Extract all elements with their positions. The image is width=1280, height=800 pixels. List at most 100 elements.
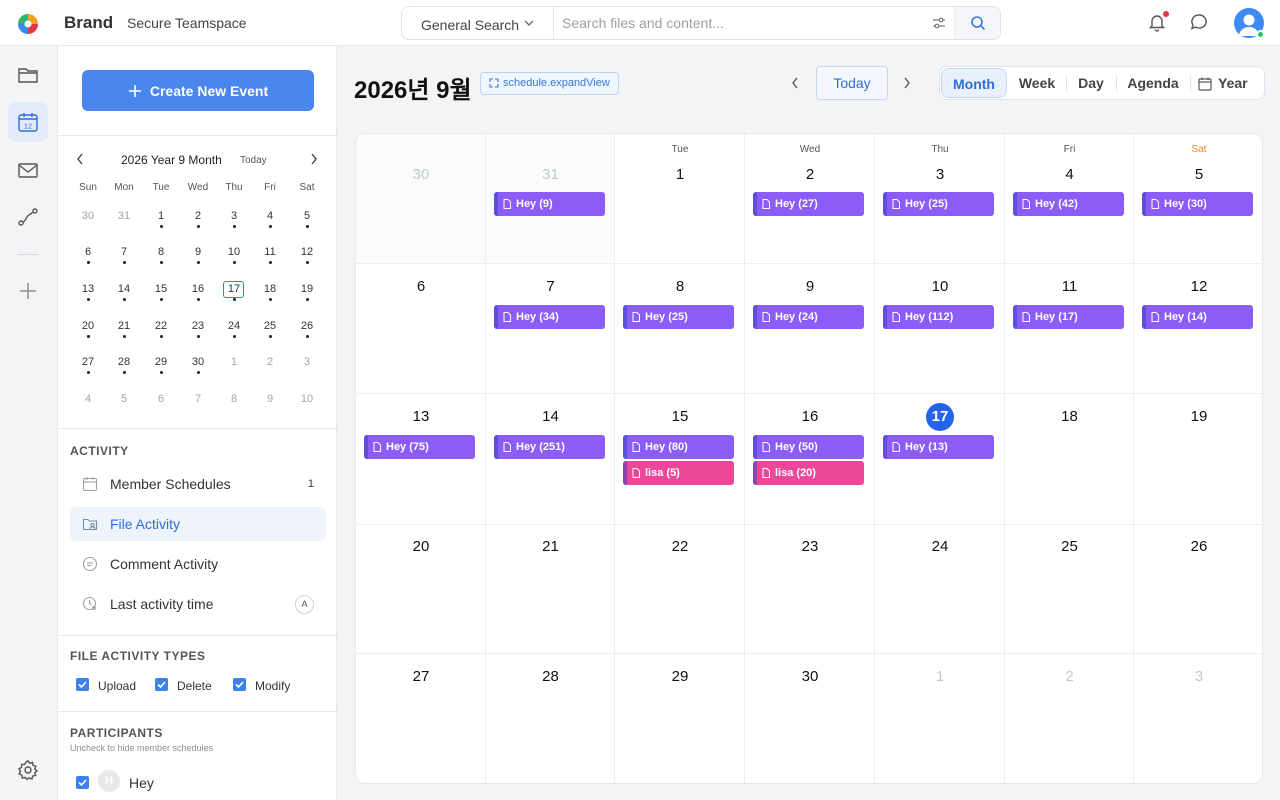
day-cell[interactable]: 12 Hey (14) — [1134, 264, 1262, 394]
next-month-chevron-icon[interactable] — [902, 76, 912, 90]
mini-day[interactable]: 9 — [252, 393, 288, 405]
mini-day[interactable]: 9 — [180, 246, 216, 258]
upload-checkbox[interactable] — [76, 678, 89, 691]
mini-day[interactable]: 10 — [216, 246, 252, 258]
day-cell[interactable]: 2 Hey (27) — [745, 134, 875, 264]
modify-checkbox[interactable] — [233, 678, 246, 691]
mini-day[interactable]: 26 — [289, 320, 325, 332]
activity-last-activity-time[interactable]: Last activity time A — [70, 587, 326, 621]
activity-member-schedules[interactable]: Member Schedules 1 — [70, 467, 326, 501]
mini-day[interactable]: 3 — [216, 210, 252, 222]
calendar-event-hey[interactable]: Hey (17) — [1013, 305, 1124, 329]
mini-day[interactable]: 29 — [143, 356, 179, 368]
day-cell[interactable]: 3 Hey (25) — [875, 134, 1005, 264]
delete-checkbox[interactable] — [155, 678, 168, 691]
mini-day[interactable]: 27 — [70, 356, 106, 368]
calendar-event-lisa[interactable]: lisa (5) — [623, 461, 734, 485]
mini-day[interactable]: 28 — [106, 356, 142, 368]
settings-gear-icon[interactable] — [17, 759, 39, 781]
search-scope-dropdown[interactable]: General Search — [402, 7, 554, 39]
chevron-right-icon[interactable] — [310, 153, 318, 165]
mini-day[interactable]: 20 — [70, 320, 106, 332]
folder-icon[interactable] — [17, 64, 39, 86]
mini-day[interactable]: 5 — [106, 393, 142, 405]
calendar-event-hey[interactable]: Hey (50) — [753, 435, 864, 459]
mini-day[interactable]: 2 — [252, 356, 288, 368]
mini-day[interactable]: 5 — [289, 210, 325, 222]
calendar-event-hey[interactable]: Hey (9) — [494, 192, 605, 216]
mini-day[interactable]: 21 — [106, 320, 142, 332]
mini-day[interactable]: 30 — [180, 356, 216, 368]
day-cell[interactable]: 30 — [356, 134, 486, 264]
day-cell[interactable]: 3 — [1134, 654, 1262, 783]
mini-day[interactable]: 12 — [289, 246, 325, 258]
mini-day[interactable]: 31 — [106, 210, 142, 222]
mini-day[interactable]: 23 — [180, 320, 216, 332]
day-cell[interactable]: 20 — [356, 524, 486, 654]
mini-day[interactable]: 25 — [252, 320, 288, 332]
day-cell[interactable]: 8 Hey (25) — [615, 264, 745, 394]
participant-checkbox[interactable] — [76, 776, 89, 789]
day-cell[interactable]: 1 — [875, 654, 1005, 783]
day-cell[interactable]: 15 Hey (80) lisa (5) — [615, 394, 745, 525]
mini-day[interactable]: 3 — [289, 356, 325, 368]
filter-sliders-icon[interactable] — [932, 16, 946, 30]
mini-day[interactable]: 10 — [289, 393, 325, 405]
mini-calendar-today-button[interactable]: Today — [240, 155, 267, 166]
activity-comment-activity[interactable]: Comment Activity — [70, 547, 326, 581]
activity-file-activity[interactable]: File Activity — [70, 507, 326, 541]
view-week-button[interactable]: Week — [1012, 68, 1062, 98]
calendar-event-lisa[interactable]: lisa (20) — [753, 461, 864, 485]
calendar-event-hey[interactable]: Hey (25) — [623, 305, 734, 329]
calendar-event-hey[interactable]: Hey (75) — [364, 435, 475, 459]
mini-day[interactable]: 1 — [216, 356, 252, 368]
mini-day[interactable]: 2 — [180, 210, 216, 222]
day-cell[interactable]: 9 Hey (24) — [745, 264, 875, 394]
mini-day[interactable]: 30 — [70, 210, 106, 222]
search-button[interactable] — [954, 7, 1000, 39]
day-cell[interactable]: 4 Hey (42) — [1005, 134, 1134, 264]
mini-day[interactable]: 18 — [252, 283, 288, 295]
calendar-event-hey[interactable]: Hey (25) — [883, 192, 994, 216]
mail-icon[interactable] — [17, 159, 39, 181]
previous-month-chevron-icon[interactable] — [790, 76, 800, 90]
calendar-event-hey[interactable]: Hey (14) — [1142, 305, 1253, 329]
route-icon[interactable] — [17, 206, 39, 228]
day-cell[interactable]: 21 — [486, 524, 615, 654]
day-cell[interactable]: 23 — [745, 524, 875, 654]
mini-day[interactable]: 14 — [106, 283, 142, 295]
day-cell[interactable]: 1 — [615, 134, 745, 264]
day-cell[interactable]: 14 Hey (251) — [486, 394, 615, 525]
day-cell[interactable]: 10 Hey (112) — [875, 264, 1005, 394]
view-day-button[interactable]: Day — [1070, 68, 1112, 98]
mini-day[interactable]: 13 — [70, 283, 106, 295]
mini-day[interactable]: 16 — [180, 283, 216, 295]
view-month-button[interactable]: Month — [941, 68, 1007, 98]
day-cell[interactable]: 16 Hey (50) lisa (20) — [745, 394, 875, 525]
mini-day[interactable]: 4 — [70, 393, 106, 405]
calendar-icon[interactable]: 12 — [17, 111, 39, 133]
search-input[interactable] — [562, 9, 922, 37]
calendar-event-hey[interactable]: Hey (251) — [494, 435, 605, 459]
day-cell[interactable]: 13 Hey (75) — [356, 394, 486, 525]
calendar-event-hey[interactable]: Hey (27) — [753, 192, 864, 216]
mini-day[interactable]: 6 — [70, 246, 106, 258]
mini-day[interactable]: 24 — [216, 320, 252, 332]
mini-day[interactable]: 1 — [143, 210, 179, 222]
calendar-event-hey[interactable]: Hey (80) — [623, 435, 734, 459]
day-cell[interactable]: 2 — [1005, 654, 1134, 783]
day-cell[interactable]: 28 — [486, 654, 615, 783]
day-cell[interactable]: 18 — [1005, 394, 1134, 525]
calendar-event-hey[interactable]: Hey (34) — [494, 305, 605, 329]
day-cell[interactable]: 5 Hey (30) — [1134, 134, 1262, 264]
mini-day[interactable]: 22 — [143, 320, 179, 332]
mini-day[interactable]: 8 — [216, 393, 252, 405]
day-cell[interactable]: 26 — [1134, 524, 1262, 654]
mini-day[interactable]: 7 — [106, 246, 142, 258]
mini-day[interactable]: 7 — [180, 393, 216, 405]
view-agenda-button[interactable]: Agenda — [1120, 68, 1186, 98]
day-cell[interactable]: 30 — [745, 654, 875, 783]
day-cell[interactable]: 31 Hey (9) — [486, 134, 615, 264]
today-button[interactable]: Today — [816, 66, 888, 100]
calendar-event-hey[interactable]: Hey (42) — [1013, 192, 1124, 216]
